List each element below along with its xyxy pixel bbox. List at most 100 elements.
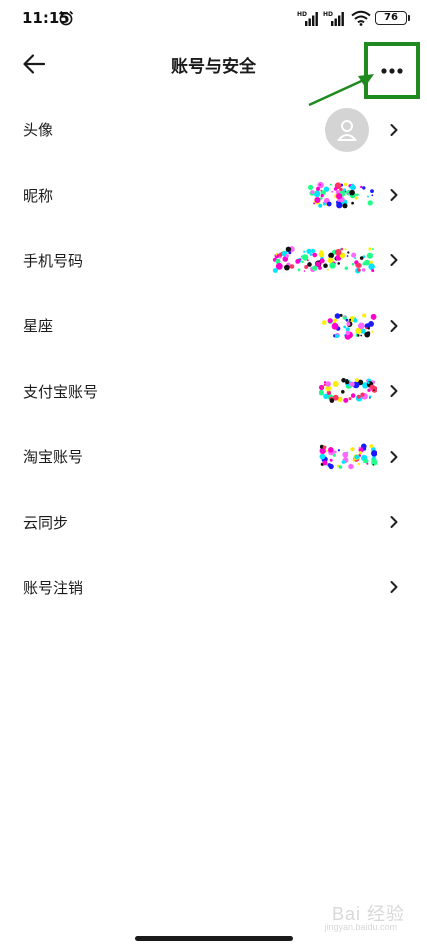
row-zodiac[interactable]: 星座 (0, 293, 427, 358)
mask-dot (342, 188, 347, 192)
mask-dot (342, 203, 348, 209)
mask-dot (306, 259, 309, 262)
mask-dot (366, 462, 369, 465)
mask-dot (318, 252, 325, 258)
mask-dot (344, 315, 347, 318)
mask-dot (312, 253, 318, 258)
mask-dot (354, 257, 357, 260)
mask-dot (368, 395, 372, 399)
mask-dot (323, 263, 328, 269)
mask-dot (285, 247, 292, 253)
row-phone-number[interactable]: 手机号码 (0, 228, 427, 293)
mask-dot (349, 381, 355, 388)
row-label: 支付宝账号 (23, 382, 99, 401)
mask-dot (327, 257, 334, 264)
status-indicators: HD HD 76 (297, 9, 410, 27)
mask-dot (336, 202, 343, 209)
more-dots-icon (381, 67, 403, 74)
mask-dot (329, 398, 335, 404)
mask-dot (329, 262, 336, 270)
mask-dot (373, 389, 375, 392)
mask-dot (345, 318, 349, 322)
mask-dot (341, 390, 345, 394)
mask-dot (345, 330, 351, 336)
mask-dot (355, 334, 358, 337)
mask-dot (332, 381, 339, 388)
row-delete-account[interactable]: 账号注销 (0, 555, 427, 620)
mask-dot (320, 386, 324, 389)
mask-dot (346, 321, 351, 326)
chevron-right-icon (390, 123, 398, 136)
mask-dot (326, 269, 329, 272)
mask-dot (331, 322, 339, 330)
mask-dot (308, 184, 314, 191)
mask-dot (313, 202, 316, 205)
mask-dot (298, 259, 301, 262)
mask-dot (275, 263, 283, 271)
settings-list: 头像 昵称 手机号码 星座 支付宝账号 淘宝账号 云同步 账号注销 (0, 97, 427, 620)
mask-dot (322, 460, 328, 466)
mask-dot (328, 392, 331, 395)
chevron-right-icon (390, 189, 398, 202)
mask-dot (313, 190, 321, 198)
mask-dot (368, 320, 374, 327)
mask-dot (346, 255, 349, 258)
mask-dot (362, 446, 367, 451)
row-taobao-account[interactable]: 淘宝账号 (0, 424, 427, 489)
mask-dot (357, 462, 360, 465)
mask-dot (344, 182, 348, 187)
row-label: 账号注销 (23, 578, 84, 597)
mask-dot (337, 448, 340, 451)
mask-dot (316, 186, 320, 191)
chevron-right-icon (390, 385, 398, 398)
mask-dot (355, 193, 359, 197)
mask-dot (312, 265, 318, 272)
mask-dot (362, 186, 366, 190)
mask-dot (348, 463, 354, 469)
mask-dot (351, 201, 354, 205)
mask-dot (339, 313, 343, 317)
mask-dot (322, 320, 327, 325)
mask-dot (319, 258, 325, 264)
mask-dot (349, 184, 356, 191)
mask-dot (367, 388, 371, 393)
mask-dot (329, 183, 332, 186)
mask-dot (326, 449, 329, 452)
mask-dot (367, 381, 370, 385)
mask-dot (328, 253, 334, 259)
mask-dot (372, 463, 375, 466)
row-alipay-account[interactable]: 支付宝账号 (0, 359, 427, 424)
mask-dot (345, 380, 350, 385)
mask-dot (370, 189, 374, 194)
avatar (325, 107, 369, 152)
mask-dot (335, 334, 339, 338)
home-indicator[interactable] (135, 936, 293, 941)
chevron-right-icon (390, 319, 398, 332)
mask-dot (344, 266, 348, 271)
mask-dot (328, 446, 334, 453)
mask-dot (350, 393, 356, 399)
redacted-value-mask (322, 313, 377, 340)
row-label: 云同步 (23, 513, 69, 532)
mask-dot (344, 248, 347, 251)
user-placeholder-icon (337, 119, 357, 141)
row-nickname[interactable]: 昵称 (0, 162, 427, 227)
mask-dot (328, 463, 334, 469)
mask-dot (289, 264, 295, 270)
mask-dot (368, 247, 372, 252)
watermark-url: jingyan.baidu.com (324, 922, 397, 932)
mask-dot (303, 251, 306, 254)
mask-dot (371, 194, 374, 197)
mask-dot (314, 197, 321, 204)
redacted-value-mask (319, 378, 377, 404)
alarm-clock-icon (58, 10, 74, 26)
redacted-value-mask (319, 443, 377, 469)
mask-dot (325, 381, 331, 388)
mask-dot (351, 253, 357, 259)
row-cloud-sync[interactable]: 云同步 (0, 489, 427, 554)
chevron-right-icon (390, 516, 398, 529)
mask-dot (322, 445, 327, 449)
mask-dot (349, 189, 355, 196)
mask-dot (301, 261, 304, 264)
row-avatar[interactable]: 头像 (0, 97, 427, 162)
